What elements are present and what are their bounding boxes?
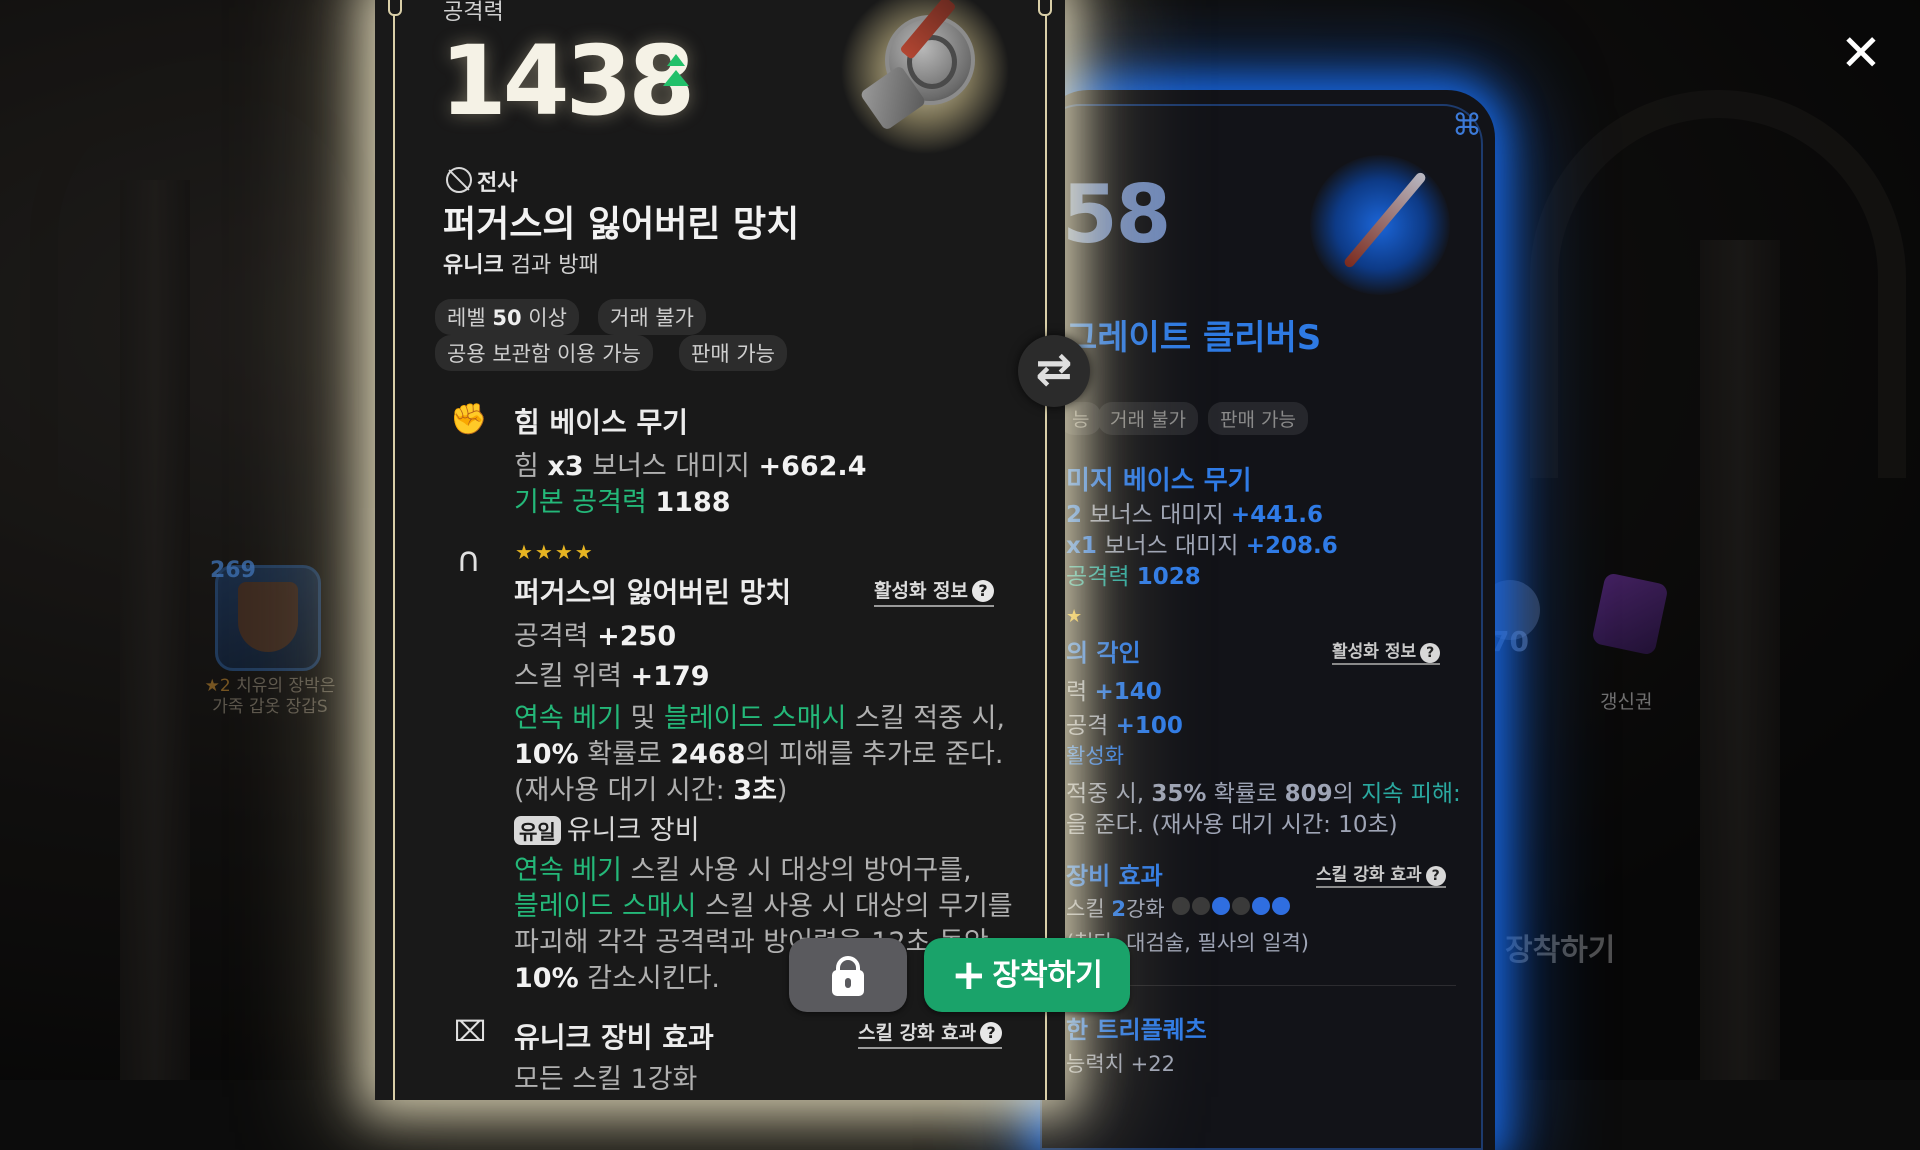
compare-item-name: 그레이트 클리버S xyxy=(1066,318,1322,358)
unique-badge: 유일 xyxy=(514,816,561,845)
unique-desc-line: 블레이드 스매시 스킬 사용 시 대상의 무기를 xyxy=(514,891,1013,922)
base-attack-line: 기본 공격력 1188 xyxy=(514,487,731,518)
unique-desc-line: 파괴해 각각 공격력과 방어력을 12초 동안 xyxy=(514,927,989,958)
unique-effect-line: 모든 스킬 1강화 xyxy=(514,1064,698,1095)
bg-slot-number: 269 xyxy=(210,558,256,583)
compare-tag: 거래 불가 xyxy=(1098,402,1198,435)
compare-base-title: 미지 베이스 무기 xyxy=(1066,466,1252,496)
engrave-icon: ∩ xyxy=(456,540,481,580)
compare-engrave-title: 의 각인 xyxy=(1066,639,1141,667)
compare-base-line: 2 보너스 대미지 +441.6 xyxy=(1066,502,1323,528)
item-tag: 공용 보관함 이용 가능 xyxy=(435,335,653,371)
unique-desc-line: 연속 베기 스킬 사용 시 대상의 방어구를, xyxy=(514,855,972,886)
unique-gear-line: 유일 유니크 장비 xyxy=(514,808,700,847)
engrave-attack-line: 공격력 +250 xyxy=(514,621,677,652)
engrave-desc-line: (재사용 대기 시간: 3초) xyxy=(514,775,788,806)
compare-tag: 능 xyxy=(1060,402,1102,435)
close-icon[interactable]: ✕ xyxy=(1838,28,1884,78)
swap-compare-button[interactable]: ⇄ xyxy=(1018,335,1090,407)
compare-attack-value: 58 xyxy=(1062,168,1171,261)
base-weapon-title: 힘 베이스 무기 xyxy=(514,406,689,439)
compare-base-line: 공격력 1028 xyxy=(1066,564,1201,590)
bg-equip-text: 장착하기 xyxy=(1505,933,1616,968)
unique-effect-title: 유니크 장비 효과 xyxy=(514,1021,714,1054)
compare-tag: 판매 가능 xyxy=(1208,402,1308,435)
activation-info-link[interactable]: 활성화 정보? xyxy=(874,576,995,607)
compare-engrave-line: 공격 +100 xyxy=(1066,713,1183,739)
engrave-desc-line: 연속 베기 및 블레이드 스매시 스킬 적중 시, xyxy=(514,703,1005,734)
compare-frame-knot-icon: ⌘ xyxy=(1452,108,1482,143)
skill-enhance-link[interactable]: 스킬 강화 효과? xyxy=(858,1018,1003,1049)
attack-label: 공격력 xyxy=(443,0,504,25)
equip-button[interactable]: + 장착하기 xyxy=(924,938,1130,1012)
compare-engrave-line: 활성화 xyxy=(1066,744,1124,768)
class-restriction-icon xyxy=(446,167,472,193)
class-name: 전사 xyxy=(477,171,518,196)
compare-unique-line: 스킬 2강화 xyxy=(1066,897,1165,921)
compare-engrave-line: 을 준다. (재사용 대기 시간: 10초) xyxy=(1066,812,1398,838)
item-tag: 판매 가능 xyxy=(679,335,787,371)
bg-slot-label: ★2 치유의 장박은 가죽 갑옷 장갑S xyxy=(204,676,336,717)
compare-set-title: 한 트리플퀘츠 xyxy=(1066,1016,1207,1044)
unique-desc-line: 10% 감소시킨다. xyxy=(514,963,721,994)
item-name: 퍼거스의 잃어버린 망치 xyxy=(443,204,800,245)
engrave-desc-line: 10% 확률로 2468의 피해를 추가로 준다. xyxy=(514,739,1004,770)
compare-skill-enhance-link[interactable]: 스킬 강화 효과? xyxy=(1316,860,1446,888)
bg-ticket-label: 갱신권 xyxy=(1600,691,1653,713)
compare-engrave-line: 력 +140 xyxy=(1066,679,1162,705)
compare-base-line: x1 보너스 대미지 +208.6 xyxy=(1066,533,1338,559)
fist-icon: ✊ xyxy=(450,402,488,437)
compare-engrave-line: 적중 시, 35% 확률로 809의 지속 피해: xyxy=(1066,781,1461,807)
lock-button[interactable] xyxy=(789,938,907,1012)
bg-side-number: 70 xyxy=(1490,625,1529,658)
compare-activation-link[interactable]: 활성화 정보? xyxy=(1332,637,1441,665)
rune-icon: ⌧ xyxy=(454,1015,487,1048)
compare-set-line: 능력치 +22 xyxy=(1066,1052,1175,1076)
rarity-stars: ★★★★ xyxy=(515,540,595,564)
compare-unique-title: 장비 효과 xyxy=(1066,862,1163,890)
item-tag: 레벨 50 이상 xyxy=(435,299,579,335)
attack-value: 1438 xyxy=(440,25,695,137)
stat-up-arrow-icon xyxy=(663,54,689,108)
engrave-title: 퍼거스의 잃어버린 망치 xyxy=(514,576,792,609)
engrave-skill-line: 스킬 위력 +179 xyxy=(514,661,710,692)
hammer-item-icon xyxy=(840,0,1010,155)
item-type: 유니크 검과 방패 xyxy=(443,253,599,278)
compare-enhance-dots xyxy=(1172,897,1292,919)
item-tag: 거래 불가 xyxy=(598,299,706,335)
compare-star: ★ xyxy=(1066,606,1083,627)
base-bonus-line: 힘 x3 보너스 대미지 +662.4 xyxy=(514,451,867,482)
